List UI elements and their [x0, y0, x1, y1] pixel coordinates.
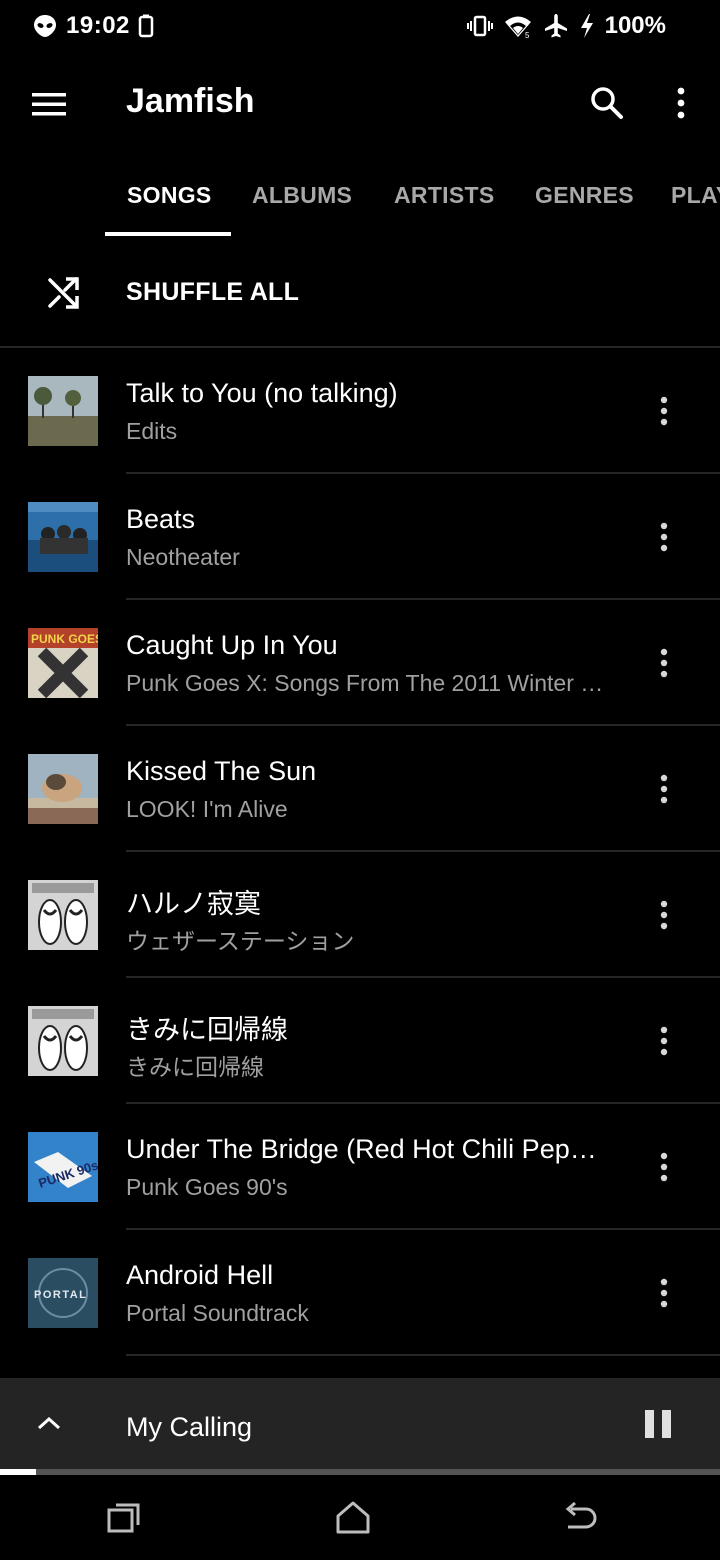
album-art-text: PUNK GOES — [31, 632, 98, 646]
pause-button[interactable] — [638, 1402, 678, 1446]
song-more-button[interactable] — [646, 640, 682, 686]
song-subtitle: Neotheater — [126, 544, 240, 570]
song-subtitle: Edits — [126, 418, 178, 444]
tab-songs[interactable]: SONGS — [127, 182, 212, 209]
chevron-up-icon — [37, 1416, 61, 1430]
tab-genres[interactable]: GENRES — [535, 182, 634, 209]
album-art — [28, 502, 98, 572]
search-icon — [591, 87, 623, 119]
hamburger-menu-icon — [32, 93, 66, 116]
system-nav-bar — [0, 1475, 720, 1560]
home-icon — [336, 1501, 370, 1534]
more-vert-icon — [660, 396, 668, 426]
album-art — [28, 754, 98, 824]
home-button[interactable] — [325, 1489, 381, 1545]
song-row[interactable]: ハルノ寂寞 ウェザーステーション — [0, 852, 720, 978]
airplane-mode-icon — [544, 14, 567, 38]
more-vert-icon — [660, 774, 668, 804]
wifi-icon: 5 — [504, 16, 531, 39]
song-title: Caught Up In You — [126, 630, 338, 660]
more-vert-icon — [660, 1152, 668, 1182]
song-row[interactable]: PUNK GOES Caught Up In You Punk Goes X: … — [0, 600, 720, 726]
shuffle-icon — [48, 277, 79, 309]
album-art — [28, 376, 98, 446]
battery-percent: 100% — [604, 12, 666, 39]
app-title: Jamfish — [126, 82, 255, 120]
song-more-button[interactable] — [646, 1270, 682, 1316]
alien-notification-icon — [34, 15, 56, 37]
more-vert-icon — [660, 648, 668, 678]
charging-icon — [580, 14, 593, 38]
more-vert-icon — [660, 900, 668, 930]
song-subtitle: きみに回帰線 — [126, 1054, 264, 1080]
song-row[interactable]: Talk to You (no talking) Edits — [0, 348, 720, 474]
song-row[interactable]: PUNK 90s Under The Bridge (Red Hot Chili… — [0, 1104, 720, 1230]
song-more-button[interactable] — [646, 766, 682, 812]
tab-playlists[interactable]: PLAYLISTS — [671, 182, 720, 209]
menu-button[interactable] — [24, 82, 74, 126]
song-more-button[interactable] — [646, 514, 682, 560]
song-more-button[interactable] — [646, 1018, 682, 1064]
status-time: 19:02 — [66, 12, 130, 39]
album-art — [28, 1006, 98, 1076]
more-vert-icon — [660, 1278, 668, 1308]
status-bar: 19:02 5 100% — [0, 0, 720, 52]
song-more-button[interactable] — [646, 1144, 682, 1190]
song-title: Beats — [126, 504, 196, 534]
more-vert-icon — [677, 87, 685, 119]
shuffle-all-label: SHUFFLE ALL — [126, 278, 300, 306]
more-vert-icon — [660, 522, 668, 552]
recents-button[interactable] — [96, 1489, 152, 1545]
song-title: きみに回帰線 — [126, 1015, 288, 1045]
song-row[interactable]: Kissed The Sun LOOK! I'm Alive — [0, 726, 720, 852]
tab-indicator — [105, 232, 231, 236]
song-subtitle: LOOK! I'm Alive — [126, 796, 288, 822]
song-more-button[interactable] — [646, 388, 682, 434]
svg-text:5: 5 — [525, 31, 530, 39]
app-bar: Jamfish — [0, 52, 720, 156]
album-art-text: PORTAL — [34, 1289, 87, 1301]
pause-icon — [645, 1410, 671, 1438]
song-title: ハルノ寂寞 — [126, 889, 261, 919]
recents-icon — [107, 1503, 140, 1533]
overflow-menu-button[interactable] — [660, 80, 702, 126]
shuffle-all-button[interactable]: SHUFFLE ALL — [0, 240, 720, 346]
tab-bar: SONGS ALBUMS ARTISTS GENRES PLAYLISTS — [0, 156, 720, 238]
song-subtitle: Portal Soundtrack — [126, 1300, 309, 1326]
search-button[interactable] — [584, 80, 630, 126]
tab-artists[interactable]: ARTISTS — [394, 182, 495, 209]
vibrate-icon — [466, 15, 493, 37]
now-playing-title: My Calling — [126, 1412, 253, 1442]
song-row[interactable]: PORTAL Android Hell Portal Soundtrack — [0, 1230, 720, 1356]
album-art: PORTAL — [28, 1258, 98, 1328]
song-row[interactable]: Beats Neotheater — [0, 474, 720, 600]
expand-player-button[interactable] — [28, 1402, 70, 1444]
now-playing-bar[interactable]: My Calling — [0, 1378, 720, 1470]
back-button[interactable] — [552, 1489, 608, 1545]
song-subtitle: Punk Goes 90's — [126, 1174, 288, 1200]
album-art: PUNK 90s — [28, 1132, 98, 1202]
tab-albums[interactable]: ALBUMS — [252, 182, 352, 209]
sim-card-icon — [138, 14, 154, 38]
song-row[interactable]: きみに回帰線 きみに回帰線 — [0, 978, 720, 1104]
album-art — [28, 880, 98, 950]
song-title: Android Hell — [126, 1260, 274, 1290]
song-more-button[interactable] — [646, 892, 682, 938]
song-title: Kissed The Sun — [126, 756, 317, 786]
song-title: Talk to You (no talking) — [126, 378, 398, 408]
album-art: PUNK GOES — [28, 628, 98, 698]
song-title: Under The Bridge (Red Hot Chili Peppers) — [126, 1134, 606, 1164]
more-vert-icon — [660, 1026, 668, 1056]
song-subtitle: Punk Goes X: Songs From The 2011 Winter … — [126, 670, 606, 696]
back-icon — [565, 1501, 597, 1529]
song-subtitle: ウェザーステーション — [126, 928, 355, 954]
